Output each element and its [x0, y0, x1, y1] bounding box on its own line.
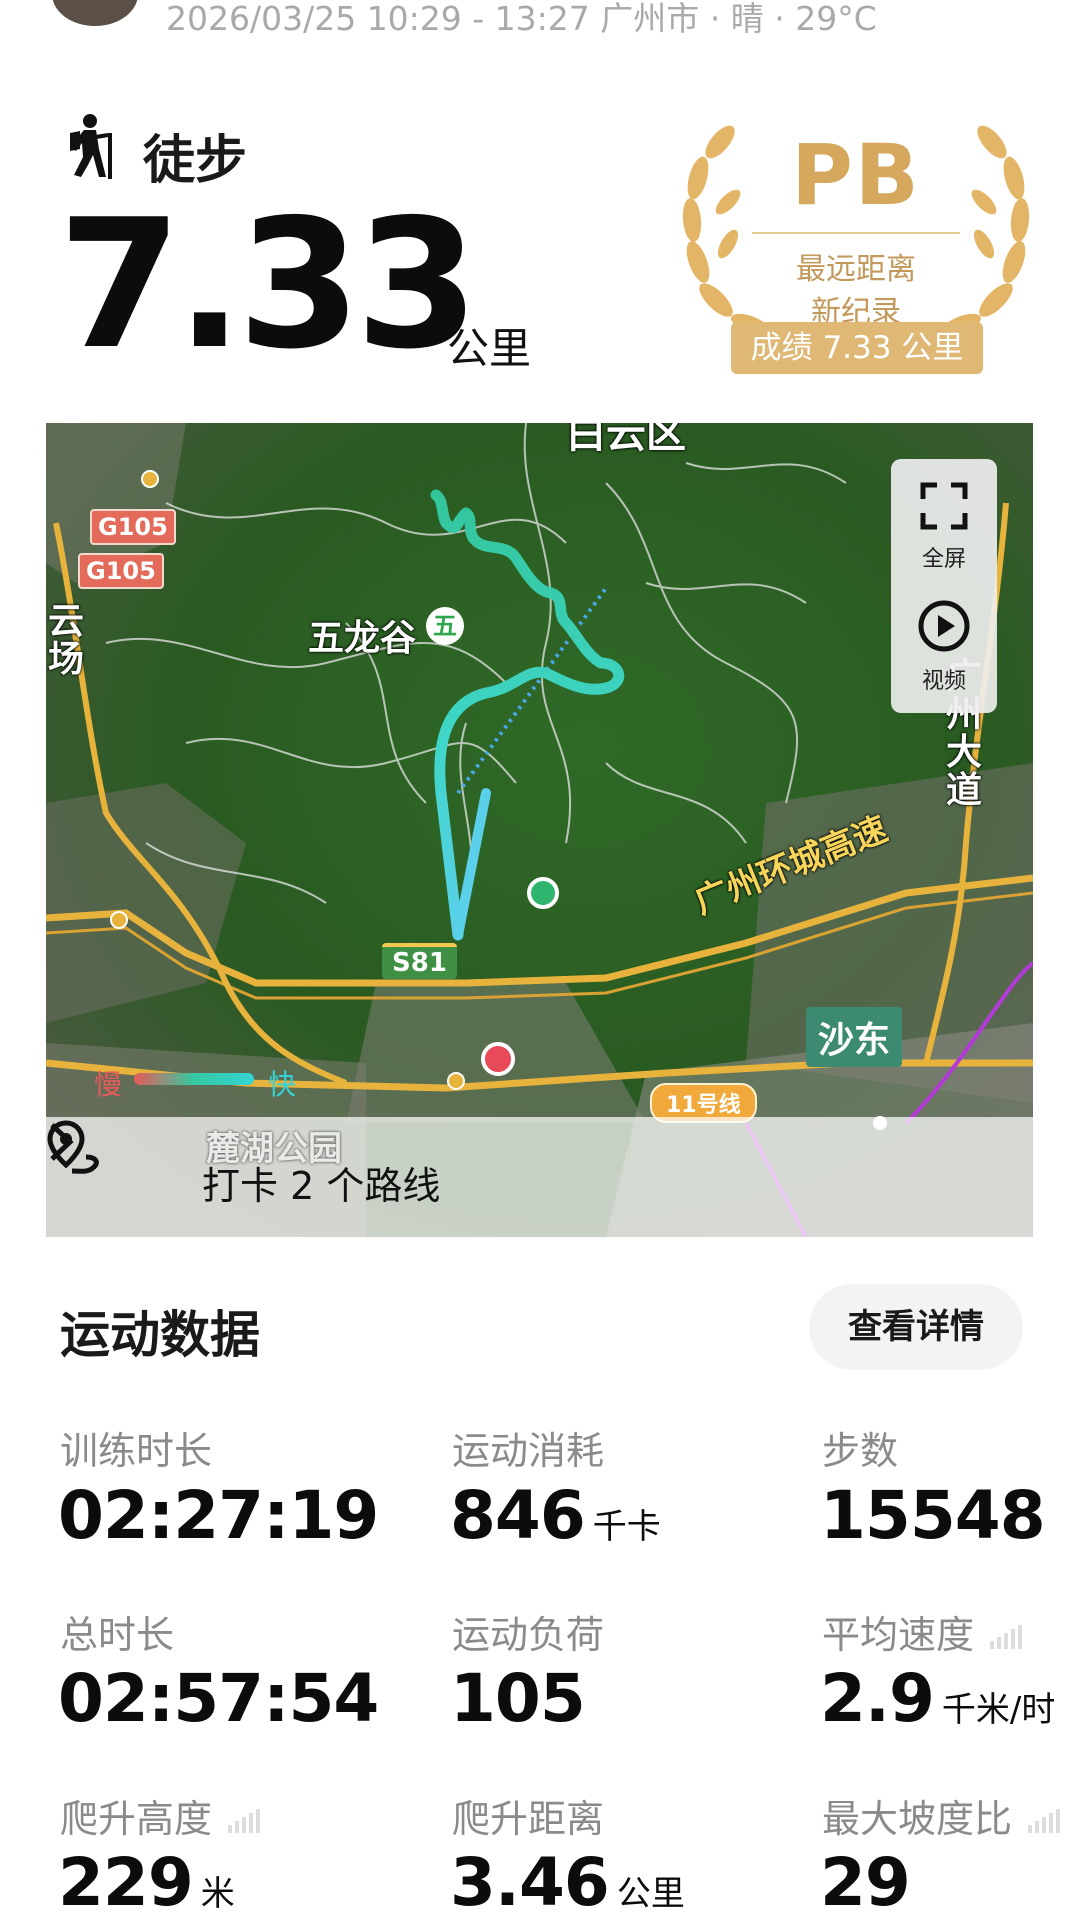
view-details-button[interactable]: 查看详情: [809, 1284, 1023, 1370]
speed-legend-fast: 快: [268, 1068, 297, 1101]
stat-label-steps: 步数: [822, 1429, 899, 1473]
pb-subtitle-1: 最远距离: [796, 252, 916, 287]
stat-value-avg-speed: 2.9 千米/时: [820, 1660, 1056, 1737]
stat-label-training-load: 运动负荷: [452, 1613, 605, 1657]
stat-label-avg-speed[interactable]: 平均速度: [822, 1604, 1024, 1659]
pb-divider: [752, 232, 960, 234]
stat-value-training-duration: 02:27:19: [58, 1477, 379, 1554]
route-map[interactable]: 白云区 G105 G105 云场 五龙谷 五 广州大道 广州环城高速 S81 沙…: [46, 423, 1033, 1237]
hiker-icon: [70, 114, 112, 179]
stat-value-steps: 15548: [820, 1477, 1046, 1554]
map-controls: 全屏 视频: [891, 459, 997, 713]
trend-chart-icon: [228, 1808, 261, 1833]
map-label-yunchang: 云场: [48, 601, 85, 680]
speed-legend-slow: 慢: [94, 1068, 123, 1101]
activity-meta: 2026/03/25 10:29 - 13:27 广州市 · 晴 · 29°C: [166, 0, 877, 38]
trend-chart-icon: [990, 1624, 1023, 1649]
start-marker: [527, 877, 559, 909]
checkin-routes-bar[interactable]: 麓湖公园 打卡 2 个路线: [46, 1117, 1033, 1237]
stat-label-elevation-gain[interactable]: 爬升高度: [60, 1788, 262, 1843]
pb-badge[interactable]: PB 最远距离 新纪录 成绩 7.33 公里: [676, 112, 1036, 380]
end-marker: [481, 1042, 515, 1076]
stat-value-total-duration: 02:57:54: [58, 1660, 379, 1737]
distance-value: 7.33: [58, 181, 479, 388]
road-badge-s81: S81: [382, 943, 457, 979]
road-badge-g105: G105: [78, 553, 164, 589]
road-badge-g105: G105: [90, 509, 176, 545]
chevron-right-icon[interactable]: [46, 1117, 76, 1167]
stat-label-climb-distance: 爬升距离: [452, 1797, 605, 1841]
fullscreen-icon[interactable]: [919, 481, 969, 531]
pb-score: 成绩 7.33 公里: [731, 322, 983, 374]
trend-chart-icon: [1028, 1808, 1061, 1833]
checkin-text: 打卡 2 个路线: [202, 1164, 441, 1208]
stat-label-calories: 运动消耗: [452, 1429, 605, 1473]
stat-label-total-duration: 总时长: [60, 1613, 175, 1657]
section-title: 运动数据: [60, 1306, 260, 1364]
stat-label-max-grade[interactable]: 最大坡度比: [822, 1788, 1062, 1843]
stat-value-max-grade: 29: [820, 1844, 911, 1921]
map-label-shadong: 沙东: [806, 1007, 903, 1067]
fullscreen-label[interactable]: 全屏: [891, 541, 997, 573]
speed-legend-bar: [134, 1073, 254, 1085]
map-label-top: 白云区: [566, 423, 686, 457]
avatar[interactable]: [52, 0, 138, 26]
scenic-spot-icon: 五: [426, 607, 464, 645]
video-label[interactable]: 视频: [891, 663, 997, 695]
pb-title: PB: [791, 126, 921, 224]
stat-value-climb-distance: 3.46 公里: [450, 1844, 685, 1921]
map-label-wulonggu: 五龙谷: [308, 618, 417, 659]
stat-value-training-load: 105: [450, 1660, 586, 1737]
stat-value-elevation-gain: 229 米: [58, 1844, 235, 1921]
distance-unit: 公里: [447, 324, 532, 373]
stat-value-calories: 846 千卡: [450, 1477, 661, 1554]
video-play-icon[interactable]: [917, 599, 971, 653]
stat-label-training-duration: 训练时长: [60, 1429, 213, 1473]
